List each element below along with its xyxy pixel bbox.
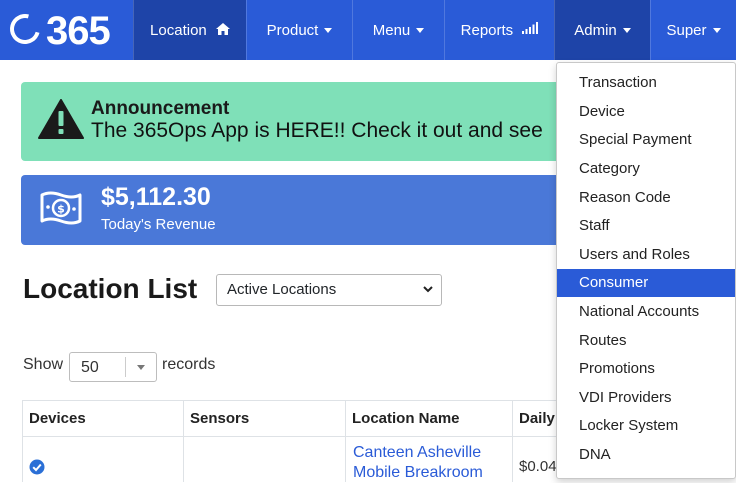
nav-admin-label: Admin	[574, 22, 617, 39]
check-circle-icon	[29, 459, 45, 475]
nav-reports-label: Reports	[460, 22, 514, 39]
revenue-card: $ $5,112.30 Today's Revenue	[21, 175, 581, 245]
chevron-down-icon	[324, 27, 333, 33]
admin-dropdown-menu: Transaction Device Special Payment Categ…	[556, 62, 736, 479]
money-bill-icon: $	[40, 191, 82, 225]
menu-item-device[interactable]: Device	[557, 98, 735, 126]
table-cell-location-name: Canteen Asheville Mobile Breakroom	[345, 437, 513, 482]
signal-icon	[522, 22, 539, 35]
announcement-title: Announcement	[91, 98, 230, 119]
caret-down-icon	[137, 365, 145, 370]
select-divider	[125, 357, 126, 377]
nav-menu[interactable]: Menu	[352, 0, 444, 60]
menu-item-national-accounts[interactable]: National Accounts	[557, 298, 735, 326]
revenue-value: $5,112.30	[101, 183, 211, 211]
app-logo[interactable]: 365	[4, 8, 128, 53]
chevron-down-icon	[416, 27, 425, 33]
column-header-location-name[interactable]: Location Name	[345, 400, 513, 437]
logo-text: 365	[46, 9, 111, 53]
table-cell-devices	[22, 437, 184, 482]
menu-item-locker-system[interactable]: Locker System	[557, 412, 735, 440]
chevron-down-icon	[622, 27, 631, 33]
chevron-down-icon	[712, 27, 721, 33]
nav-product-label: Product	[266, 22, 319, 39]
svg-text:$: $	[57, 203, 65, 216]
menu-item-staff[interactable]: Staff	[557, 212, 735, 240]
menu-item-consumer[interactable]: Consumer	[557, 269, 735, 297]
home-icon	[215, 23, 230, 36]
nav-product[interactable]: Product	[246, 0, 352, 60]
announcement-banner: Announcement The 365Ops App is HERE!! Ch…	[21, 82, 581, 161]
location-filter-value: Active Locations	[227, 281, 337, 298]
page-size-select[interactable]: 50	[69, 352, 157, 382]
nav-super-label: Super	[666, 22, 707, 39]
menu-item-dna[interactable]: DNA	[557, 441, 735, 469]
nav-menu-label: Menu	[372, 22, 411, 39]
chevron-down-icon	[423, 286, 433, 293]
menu-item-special-payment[interactable]: Special Payment	[557, 126, 735, 154]
nav-location[interactable]: Location	[133, 0, 246, 60]
nav-admin[interactable]: Admin	[554, 0, 650, 60]
nav-location-label: Location	[150, 22, 207, 39]
column-header-devices[interactable]: Devices	[22, 400, 184, 437]
records-label: records	[162, 356, 216, 373]
nav-super[interactable]: Super	[650, 0, 736, 60]
column-header-sensors[interactable]: Sensors	[183, 400, 346, 437]
location-filter-select[interactable]: Active Locations	[216, 274, 442, 306]
top-navbar: 365 Location Product Menu Reports Admin …	[0, 0, 736, 60]
location-name-link[interactable]: Canteen Asheville Mobile Breakroom	[353, 443, 503, 483]
menu-item-users-and-roles[interactable]: Users and Roles	[557, 241, 735, 269]
menu-item-routes[interactable]: Routes	[557, 327, 735, 355]
menu-item-promotions[interactable]: Promotions	[557, 355, 735, 383]
daily-value: $0.04	[519, 458, 557, 475]
warning-icon	[38, 99, 84, 139]
logo-ring-icon	[4, 8, 46, 50]
menu-item-reason-code[interactable]: Reason Code	[557, 184, 735, 212]
menu-item-category[interactable]: Category	[557, 155, 735, 183]
page-size-value: 50	[81, 359, 99, 376]
menu-item-vdi-providers[interactable]: VDI Providers	[557, 384, 735, 412]
table-cell-sensors	[183, 437, 346, 482]
menu-item-transaction[interactable]: Transaction	[557, 69, 735, 97]
nav-reports[interactable]: Reports	[444, 0, 554, 60]
location-name-text: Canteen Asheville Mobile Breakroom	[353, 444, 483, 481]
show-label: Show	[23, 356, 64, 373]
page-title: Location List	[23, 273, 198, 304]
announcement-text: The 365Ops App is HERE!! Check it out an…	[91, 119, 543, 142]
revenue-label: Today's Revenue	[101, 216, 216, 233]
